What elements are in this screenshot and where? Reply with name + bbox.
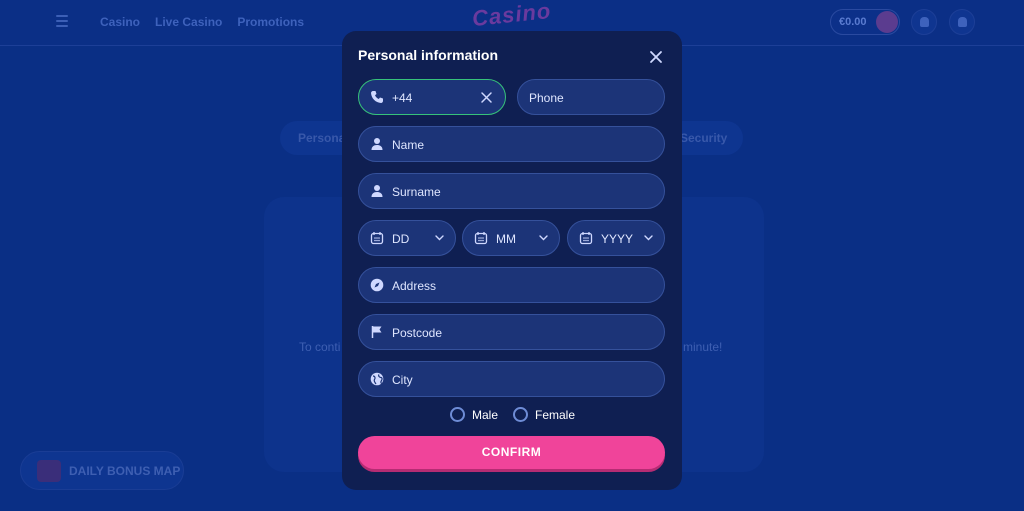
card-text-right: minute! (683, 340, 723, 354)
city-placeholder: City (392, 373, 413, 387)
gender-radio-group: Male Female (342, 407, 682, 425)
name-input[interactable]: Name (358, 126, 665, 162)
confirm-button[interactable]: CONFIRM (358, 436, 665, 469)
tab-security[interactable]: Security (680, 131, 727, 145)
month-select[interactable]: MM (462, 220, 560, 256)
user-icon (371, 138, 383, 150)
nav-promotions[interactable]: Promotions (237, 15, 304, 29)
calendar-icon (370, 232, 384, 245)
address-input[interactable]: Address (358, 267, 665, 303)
day-placeholder: DD (392, 232, 410, 246)
calendar-icon (474, 232, 488, 245)
radio-circle[interactable] (513, 407, 528, 422)
nav-live-casino[interactable]: Live Casino (155, 15, 222, 29)
gift-box-icon (37, 460, 61, 482)
radio-circle[interactable] (450, 407, 465, 422)
nav-casino[interactable]: Casino (100, 15, 140, 29)
balance-amount: €0.00 (839, 16, 867, 28)
globe-icon (370, 372, 384, 386)
user-icon (920, 17, 929, 27)
user-icon (371, 185, 383, 197)
daily-bonus-map-button[interactable]: DAILY BONUS MAP (20, 451, 184, 490)
flag-icon (371, 326, 382, 338)
city-input[interactable]: City (358, 361, 665, 397)
compass-icon (370, 278, 384, 292)
chevron-down-icon (539, 235, 548, 241)
year-placeholder: YYYY (601, 232, 634, 246)
postcode-placeholder: Postcode (392, 326, 443, 340)
year-select[interactable]: YYYY (567, 220, 665, 256)
gender-male-radio[interactable]: Male (450, 407, 498, 422)
phone-icon (371, 91, 383, 103)
bell-icon (958, 17, 967, 27)
surname-placeholder: Surname (392, 185, 441, 199)
surname-input[interactable]: Surname (358, 173, 665, 209)
card-text-left: To conti (299, 340, 341, 354)
phone-code-field[interactable]: +44 (358, 79, 506, 115)
phone-placeholder: Phone (529, 91, 564, 105)
gender-female-radio[interactable]: Female (513, 407, 575, 422)
main-nav: Casino Live Casino Promotions (100, 15, 304, 29)
wallet-icon (876, 11, 898, 33)
modal-title: Personal information (358, 47, 499, 63)
month-placeholder: MM (496, 232, 516, 246)
bonus-label: DAILY BONUS MAP (69, 464, 181, 478)
menu-icon[interactable] (56, 15, 68, 27)
gender-female-label: Female (535, 407, 576, 422)
balance-button[interactable]: €0.00 (830, 9, 900, 35)
clear-icon[interactable] (480, 91, 493, 104)
tab-personal[interactable]: Persona (298, 131, 345, 145)
phone-input[interactable]: Phone (517, 79, 665, 115)
site-logo[interactable]: Casino (471, 0, 553, 32)
chevron-down-icon (435, 235, 444, 241)
chevron-down-icon (644, 235, 653, 241)
profile-button[interactable] (911, 9, 937, 35)
day-select[interactable]: DD (358, 220, 456, 256)
notifications-button[interactable] (949, 9, 975, 35)
address-placeholder: Address (392, 279, 437, 293)
name-placeholder: Name (392, 138, 425, 152)
calendar-icon (579, 232, 593, 245)
phone-code-value: +44 (392, 91, 413, 105)
close-icon[interactable] (648, 49, 664, 65)
personal-info-modal: Personal information +44 Phone Name Surn… (342, 31, 682, 490)
postcode-input[interactable]: Postcode (358, 314, 665, 350)
gender-male-label: Male (472, 407, 499, 422)
